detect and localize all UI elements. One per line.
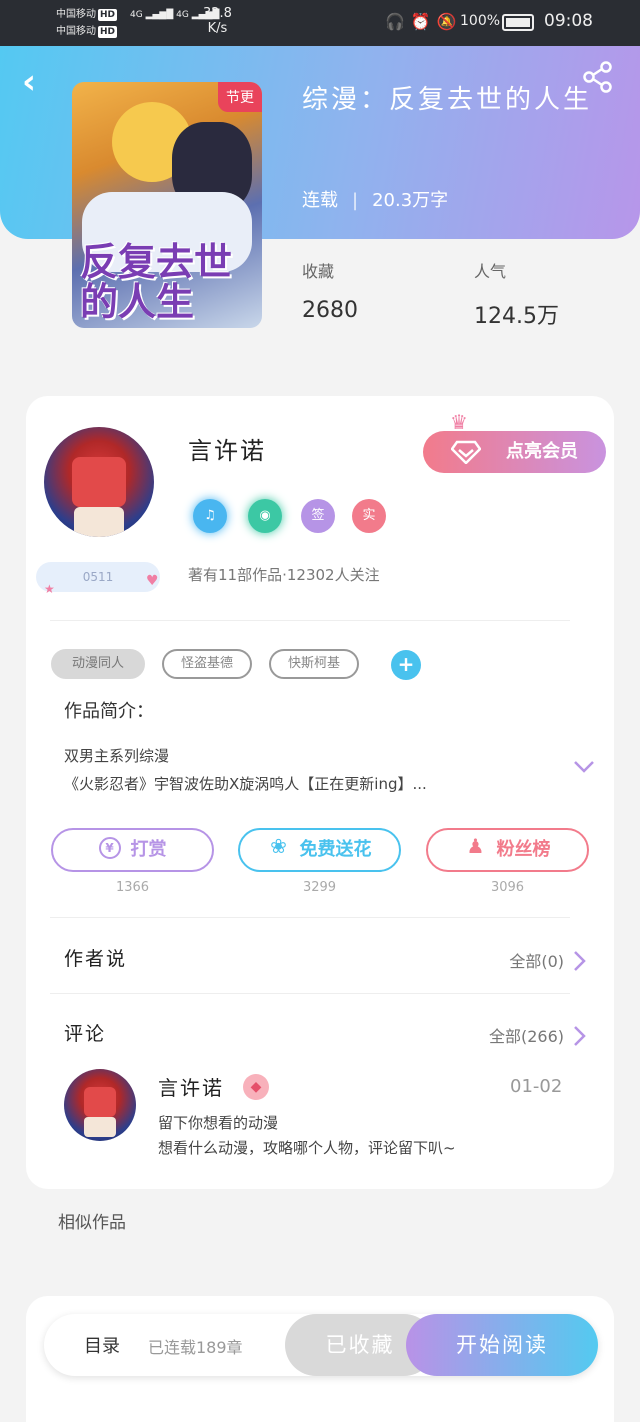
mute-icon: 🔕	[436, 12, 463, 31]
heart-icon: ♥	[146, 573, 159, 589]
chevron-right-icon[interactable]	[573, 1025, 587, 1047]
tip-count: 1366	[115, 880, 150, 895]
vip-button[interactable]: 点亮会员	[423, 431, 606, 473]
vip-button-label: 点亮会员	[506, 441, 578, 462]
diamond-icon	[451, 440, 481, 464]
author-says-more[interactable]: 全部(0)	[509, 948, 564, 972]
status-bar: 中国移动 HD 中国移动 HD 4G ▂▄▆█ 4G ▂▄▆█ 32.8 K/s 🎧…	[0, 0, 640, 46]
comment-text[interactable]: 留下你想看的动漫 想看什么动漫，攻略哪个人物，评论留下叭~	[158, 1111, 456, 1161]
tag-item[interactable]: 怪盗基德	[162, 649, 252, 679]
cover-title: 反复去世的人生	[80, 240, 233, 324]
yen-icon: ¥	[98, 837, 121, 859]
fan-rank-button[interactable]: ♟ 粉丝榜	[426, 828, 589, 872]
flower-icon: ❀	[270, 834, 287, 858]
comments-more[interactable]: 全部(266)	[489, 1023, 564, 1047]
network-type: 4G	[176, 10, 189, 20]
favorites-value: 2680	[302, 298, 358, 323]
author-name[interactable]: 言许诺	[188, 431, 266, 466]
commenter-name[interactable]: 言许诺	[158, 1072, 224, 1101]
diamond-icon: ◆	[243, 1074, 269, 1100]
carrier-1: 中国移动	[56, 9, 96, 20]
chevron-right-icon[interactable]	[573, 950, 587, 972]
popularity-label: 人气	[474, 262, 507, 281]
chapter-count[interactable]: 已连载189章	[148, 1334, 243, 1358]
favorites-label: 收藏	[302, 262, 335, 281]
toc-button[interactable]: 目录	[84, 1332, 120, 1358]
intro-line: 双男主系列综漫	[64, 747, 170, 765]
book-meta: 连载 | 20.3万字	[302, 190, 449, 211]
network-speed: 32.8 K/s	[203, 6, 232, 36]
comments-title: 评论	[64, 1023, 107, 1045]
tip-label: 打赏	[130, 839, 167, 860]
speed-value: 32.8	[203, 6, 232, 21]
real-icon[interactable]: 实	[352, 499, 386, 533]
intro-label: 作品简介：	[64, 701, 154, 722]
word-count: 20.3万字	[372, 190, 449, 211]
back-icon[interactable]: ‹	[22, 62, 36, 102]
start-reading-button[interactable]: 开始阅读	[406, 1314, 598, 1376]
battery-percent: 100%	[460, 13, 501, 29]
divider	[50, 993, 570, 994]
update-badge: 节更	[218, 82, 262, 112]
comment-line: 想看什么动漫，攻略哪个人物，评论留下叭~	[158, 1139, 456, 1157]
tag-item[interactable]: 动漫同人	[51, 649, 145, 679]
flower-count: 3299	[302, 880, 337, 895]
divider	[50, 917, 570, 918]
popularity-value: 124.5万	[474, 304, 559, 329]
battery-icon	[502, 14, 534, 31]
intro-text[interactable]: 双男主系列综漫 《火影忍者》宇智波佐助X旋涡鸣人【正在更新ing】...	[64, 742, 554, 798]
carrier-2: 中国移动	[56, 26, 96, 37]
fan-count: 3096	[490, 880, 525, 895]
status-icons: 🎧⏰🔕	[385, 12, 463, 31]
music-note-icon[interactable]: ♫	[193, 499, 227, 533]
comment-line: 留下你想看的动漫	[158, 1114, 279, 1132]
add-tag-button[interactable]: +	[391, 650, 421, 680]
comment-date: 01-02	[510, 1076, 563, 1097]
hd-badge: HD	[98, 9, 118, 21]
book-title: 综漫：反复去世的人生	[302, 85, 593, 115]
author-avatar[interactable]	[44, 427, 154, 537]
carrier-info: 中国移动 HD 中国移动 HD	[56, 6, 118, 40]
flower-label: 免费送花	[299, 839, 372, 860]
clock: 09:08	[544, 11, 593, 31]
intro-line: 《火影忍者》宇智波佐助X旋涡鸣人【正在更新ing】...	[64, 775, 427, 793]
author-works-info: 著有11部作品·12302人关注	[188, 566, 380, 584]
author-says-title: 作者说	[64, 948, 128, 970]
commenter-avatar[interactable]	[64, 1069, 136, 1141]
sign-icon[interactable]: 签	[301, 499, 335, 533]
divider	[50, 620, 570, 621]
user-icon: ♟	[466, 834, 485, 858]
hd-badge: HD	[98, 26, 118, 38]
similar-works-title: 相似作品	[58, 1213, 126, 1233]
alarm-icon: ⏰	[410, 12, 437, 31]
serial-status: 连载	[302, 190, 338, 211]
sparkle-icon: ★	[44, 582, 55, 596]
headphone-icon: 🎧	[385, 12, 411, 31]
tag-item[interactable]: 快斯柯基	[269, 649, 359, 679]
send-flower-button[interactable]: ❀ 免费送花	[238, 828, 401, 872]
network-type: 4G	[130, 10, 143, 20]
chevron-down-icon[interactable]	[573, 760, 595, 774]
fan-rank-label: 粉丝榜	[496, 839, 551, 860]
speed-unit: K/s	[207, 21, 228, 36]
book-cover[interactable]: 反复去世的人生 节更	[72, 82, 262, 328]
tip-button[interactable]: ¥ 打赏	[51, 828, 214, 872]
medal-icon[interactable]: ◉	[248, 499, 282, 533]
